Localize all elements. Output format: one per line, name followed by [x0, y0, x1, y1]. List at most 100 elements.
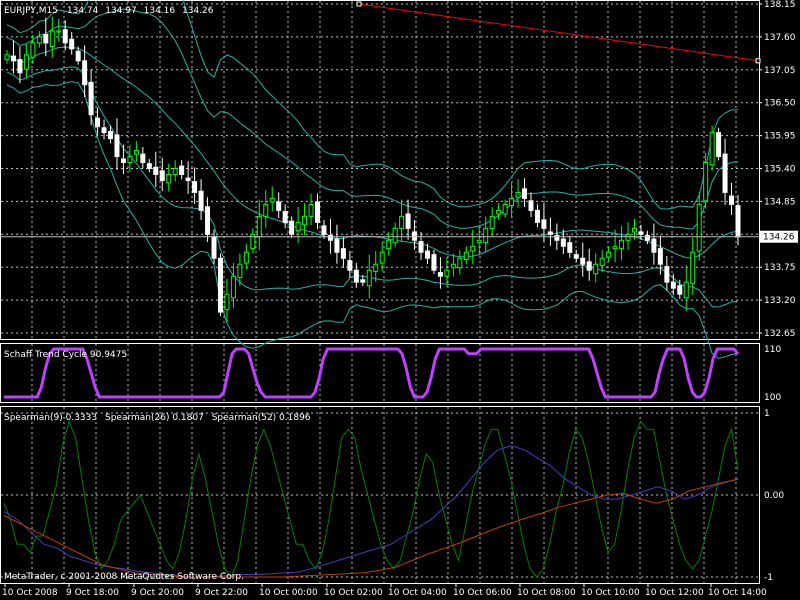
- candle-body: [457, 257, 463, 269]
- time-tick-label: 9 Oct 22:00: [195, 588, 248, 598]
- time-tick-label: 10 Oct 02:00: [324, 588, 383, 598]
- candle-body: [489, 215, 495, 229]
- candle-body: [75, 50, 81, 62]
- candle-body: [379, 251, 385, 264]
- candle-body: [709, 132, 715, 166]
- candle-body: [612, 245, 618, 250]
- time-tick-label: 10 Oct 2008: [2, 588, 58, 598]
- candle-body: [114, 134, 120, 158]
- candle-body: [334, 238, 340, 253]
- candle-body: [69, 38, 75, 50]
- time-tick-label: 9 Oct 18:00: [66, 588, 119, 598]
- copyright-watermark: MetaTrader, c 2001-2008 MetaQuotes Softw…: [4, 572, 244, 582]
- price-tick-label: 137.60: [764, 33, 796, 43]
- candle-body: [224, 293, 230, 311]
- candle-body: [120, 158, 126, 164]
- candle-body: [450, 263, 456, 269]
- candle-body: [418, 240, 424, 253]
- candle-body: [172, 168, 178, 175]
- candle-body: [321, 225, 327, 235]
- spearman-tick-label: -1: [764, 573, 773, 583]
- candle-body: [683, 281, 689, 299]
- candle-body: [373, 263, 379, 272]
- candle-body: [17, 59, 23, 74]
- candle-body: [606, 251, 612, 258]
- candle-body: [211, 236, 217, 259]
- spearman-tick-label: 0.00: [764, 491, 784, 501]
- candle-body: [670, 281, 676, 289]
- spearman-pane-title: Spearman(9) 0.3333 Spearman(26) 0.1807 S…: [4, 413, 311, 423]
- candle-body: [476, 239, 482, 244]
- candle-body: [405, 213, 411, 229]
- candle-body: [638, 231, 644, 235]
- candle-body: [560, 238, 566, 247]
- candle-body: [166, 173, 172, 184]
- price-tick-label: 133.20: [764, 296, 796, 306]
- candle-body: [716, 132, 722, 158]
- candle-body: [496, 209, 502, 215]
- chart-background: [0, 0, 800, 600]
- candle-body: [282, 211, 288, 223]
- candle-body: [108, 130, 114, 140]
- candle-body: [502, 203, 508, 215]
- candle-body: [30, 42, 36, 58]
- candle-body: [88, 81, 94, 116]
- candle-body: [366, 269, 372, 287]
- candle-body: [185, 177, 191, 181]
- candle-body: [580, 257, 586, 265]
- price-tick-label: 137.05: [764, 66, 796, 76]
- candle-body: [263, 203, 269, 217]
- candle-body: [205, 206, 211, 235]
- candle-body: [217, 257, 223, 313]
- time-tick-label: 10 Oct 06:00: [453, 588, 512, 598]
- candle-body: [437, 272, 443, 277]
- candle-body: [534, 209, 540, 223]
- ohlc-high: 134.97: [105, 6, 137, 16]
- candle-body: [690, 251, 696, 284]
- candle-body: [62, 29, 68, 44]
- candle-body: [657, 248, 663, 265]
- candle-body: [399, 215, 405, 229]
- candle-body: [470, 245, 476, 252]
- candle-body: [547, 231, 553, 235]
- candle-body: [10, 55, 16, 62]
- candle-body: [567, 242, 573, 253]
- candle-body: [289, 220, 295, 235]
- candle-body: [95, 117, 101, 128]
- price-tick-label: 132.65: [764, 329, 796, 339]
- candle-body: [133, 150, 139, 155]
- candle-body: [198, 190, 204, 211]
- candle-body: [82, 60, 88, 86]
- candle-body: [179, 165, 185, 175]
- candle-body: [315, 201, 321, 223]
- candle-body: [431, 254, 437, 271]
- candle-body: [729, 195, 735, 205]
- trading-chart[interactable]: 138.15 137.60 137.05 136.50 135.95 135.40 134.…: [0, 0, 800, 600]
- candle-body: [153, 166, 159, 175]
- candle-body: [140, 153, 146, 164]
- spearman-52-label: Spearman(52) 0.1896: [212, 413, 311, 423]
- time-tick-label: 10 Oct 04:00: [388, 588, 447, 598]
- candle-body: [386, 239, 392, 250]
- spearman-tick-label: 1: [764, 409, 770, 419]
- candle-body: [703, 162, 709, 202]
- candle-body: [509, 197, 515, 207]
- candle-body: [43, 34, 49, 44]
- spearman-26-label: Spearman(26) 0.1807: [105, 413, 204, 423]
- time-tick-label: 10 Oct 08:00: [517, 588, 576, 598]
- candle-body: [230, 275, 236, 299]
- candle-body: [127, 156, 133, 164]
- candle-body: [483, 227, 489, 244]
- candle-body: [347, 260, 353, 271]
- spearman-9-label: Spearman(9) 0.3333: [4, 413, 97, 423]
- candle-body: [146, 163, 152, 170]
- candle-body: [49, 30, 55, 47]
- stc-pane-title: Schaff Trend Cycle 90.9475: [4, 350, 127, 360]
- candle-body: [696, 203, 702, 252]
- candle-body: [302, 215, 308, 226]
- candle-body: [463, 251, 469, 260]
- candle-body: [619, 239, 625, 250]
- price-pane-title: EURJPY,M15 134.74 134.97 134.16 134.26: [4, 6, 214, 16]
- candle-body: [353, 269, 359, 283]
- candle-body: [101, 127, 107, 134]
